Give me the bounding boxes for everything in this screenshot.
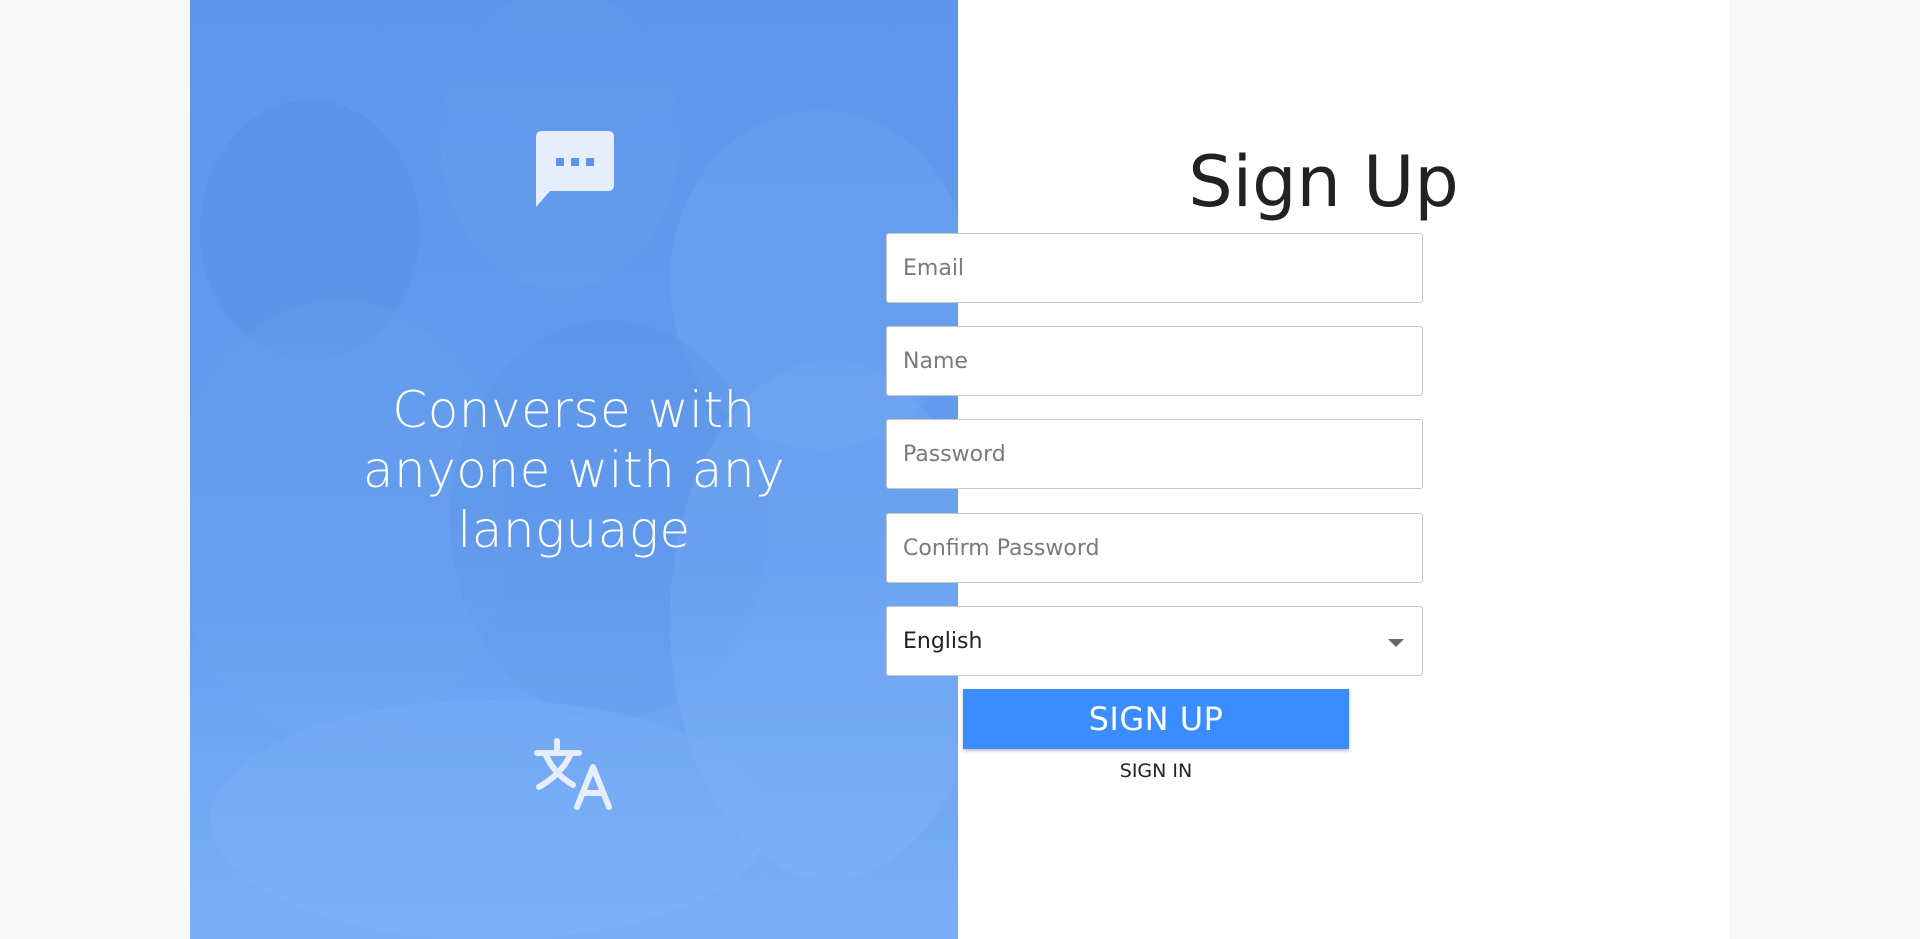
password-input[interactable]: [887, 420, 1422, 488]
email-field[interactable]: [886, 233, 1423, 303]
chevron-down-icon: [1388, 639, 1404, 647]
sign-in-link[interactable]: SIGN IN: [963, 760, 1349, 782]
confirm-password-field[interactable]: [886, 513, 1423, 583]
page: Converse with anyone with any language S…: [0, 0, 1920, 939]
password-field[interactable]: [886, 419, 1423, 489]
language-select-value: English: [903, 628, 983, 654]
hero-panel: Converse with anyone with any language: [190, 0, 958, 939]
language-select[interactable]: English: [886, 606, 1423, 676]
confirm-password-input[interactable]: [887, 514, 1422, 582]
page-title: Sign Up: [1188, 141, 1459, 223]
email-input[interactable]: [887, 234, 1422, 302]
translate-icon: [534, 738, 612, 810]
name-field[interactable]: [886, 326, 1423, 396]
sign-up-button[interactable]: SIGN UP: [963, 689, 1349, 749]
name-input[interactable]: [887, 327, 1422, 395]
chat-bubble-icon: [536, 131, 614, 207]
hero-tagline: Converse with anyone with any language: [362, 381, 786, 559]
